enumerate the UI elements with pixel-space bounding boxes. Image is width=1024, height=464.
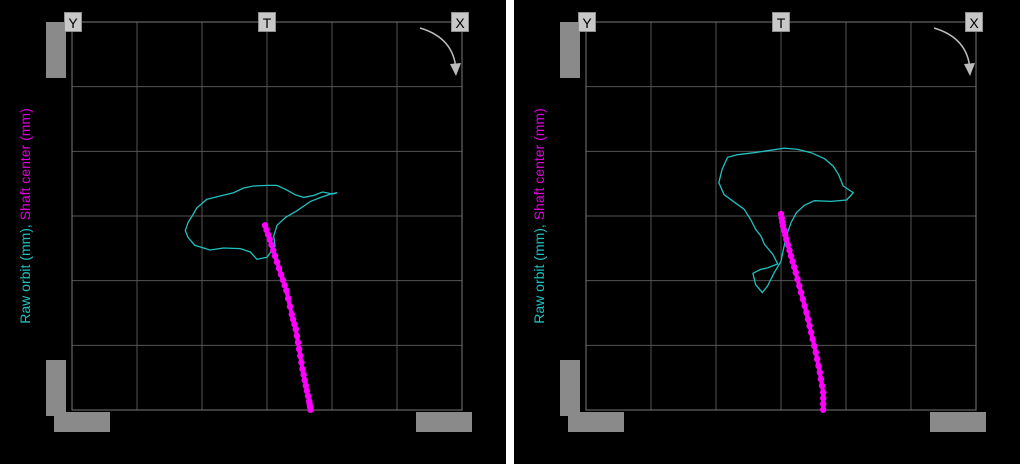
shaft-center-point [809,335,816,343]
shaft-center-legend-label: Shaft center (mm) [531,108,547,220]
shaft-center-point [271,252,279,260]
shaft-center-legend-label: Shaft center (mm) [17,108,33,220]
shaft-center-point [806,322,813,330]
shaft-center-point [295,345,303,353]
shaft-center-point [819,406,827,413]
shaft-center-point [297,352,304,360]
y-view-button[interactable]: Y [64,12,82,32]
y-limit-label-bg [560,22,580,78]
shaft-center-point [301,377,308,384]
shaft-center-point [294,339,302,346]
shaft-center-point [273,258,281,266]
shaft-center-point [799,296,807,303]
shaft-center-point [811,342,818,350]
x-view-button[interactable]: X [965,12,983,32]
shaft-center-point [792,269,799,276]
orbit-chart-left: Raw orbit (mm), Shaft center (mm) [17,21,472,432]
y-axis-title-combined: Raw orbit (mm), Shaft center (mm) [17,108,33,323]
shaft-center-point [812,349,820,356]
shaft-center-point [298,359,305,366]
shaft-center-point [804,316,812,323]
shaft-center-point [818,382,826,389]
shaft-center-point [813,355,821,363]
shaft-center-point [783,236,790,243]
shaft-center-point [819,389,827,396]
shaft-center-point [266,236,273,243]
shaft-center-point [300,371,307,378]
shaft-center-point [275,265,283,272]
shaft-center-point [819,395,827,402]
shaft-center-point [801,302,808,310]
shaft-center-point [784,241,792,249]
shaft-center-point [789,258,796,265]
shaft-center-point [286,303,294,310]
rotation-arrow-icon [933,27,971,71]
rotation-arrowhead-icon [964,63,975,76]
orbit-chart-right: Raw orbit (mm), Shaft center (mm) [531,21,986,432]
raw-orbit-line [718,147,855,294]
shaft-center-point [787,252,795,260]
shaft-center-point [292,325,299,333]
shaft-center-point [817,375,825,383]
orbit-plot-panel-left: Raw orbit (mm), Shaft center (mm) Y T X [0,0,506,464]
shaft-center-point [299,365,306,373]
raw-orbit-legend-label: Raw orbit (mm), [17,220,33,323]
shaft-center-point [794,276,801,283]
rotation-arrowhead-icon [450,63,461,76]
shaft-center-point [307,406,314,413]
shaft-center-point [790,263,798,271]
t-view-button[interactable]: T [772,12,790,32]
shaft-center-point [283,287,290,294]
shaft-center-point [284,295,292,302]
raw-orbit-line [184,184,338,261]
shaft-center-point [815,362,822,370]
y-limit-label-bg [560,360,580,416]
shaft-center-point [270,247,277,254]
rotation-arrow-icon [419,27,457,71]
shaft-center-point [816,369,824,376]
y-limit-label-bg [46,360,66,416]
shaft-center-point [797,289,805,296]
x-limit-label-bg [930,412,986,432]
y-limit-label-bg [46,22,66,78]
shaft-center-point [819,400,827,408]
shaft-center-point [786,247,793,254]
shaft-center-point [796,282,803,290]
shaft-center-point [268,241,275,249]
y-axis-title-combined: Raw orbit (mm), Shaft center (mm) [531,108,547,323]
x-view-button[interactable]: X [451,12,469,32]
x-limit-label-bg [416,412,472,432]
t-view-button[interactable]: T [258,12,276,32]
y-view-button[interactable]: Y [578,12,596,32]
raw-orbit-legend-label: Raw orbit (mm), [531,220,547,323]
shaft-center-point [807,329,815,336]
orbit-plot-panel-right: Raw orbit (mm), Shaft center (mm) Y T X [514,0,1020,464]
shaft-center-point [803,309,810,316]
shaft-center-point [293,332,301,340]
